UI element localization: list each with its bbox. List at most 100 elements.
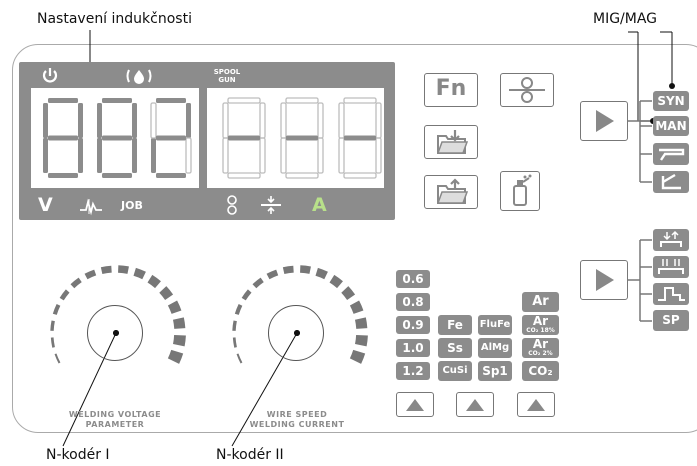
wire-speed-scale-mark-6 xyxy=(266,269,279,280)
triangle-up-icon-3 xyxy=(527,399,545,411)
gas-test-button[interactable] xyxy=(500,171,540,211)
wire-speed-scale-mark-13 xyxy=(354,317,368,329)
wire-diameter-indicator-0: 0.6 xyxy=(396,270,430,288)
spool-gun-label-2: GUN xyxy=(218,76,236,84)
wire-speed-scale-mark-11 xyxy=(341,286,356,301)
process-select-button[interactable] xyxy=(580,260,628,300)
voltage-scale-mark-3 xyxy=(52,304,61,315)
right-digit-2-seg-c xyxy=(375,137,382,174)
triangle-up-icon-2 xyxy=(466,399,484,411)
spool-gun-indicator: SPOOL GUN xyxy=(212,68,242,84)
right-digit-2-seg-b xyxy=(375,102,382,139)
four-stroke-icon xyxy=(658,259,684,274)
voltage-scale-mark-4 xyxy=(59,289,70,301)
wire-speed-knob-label-1: WIRE SPEED xyxy=(266,410,328,419)
spool-gun-label-1: SPOOL xyxy=(213,68,241,76)
left-digit-2-seg-f xyxy=(150,102,157,139)
voltage-scale-mark-6 xyxy=(84,269,97,280)
material-indicator-a-1: Ss xyxy=(438,338,472,358)
right-digit-1-seg-c xyxy=(317,137,324,174)
voltage-knob-label-2: PARAMETER xyxy=(85,420,145,429)
fn-button[interactable]: Fn xyxy=(424,73,478,107)
volt-indicator: V xyxy=(38,194,53,216)
left-seven-segment-display xyxy=(43,98,192,178)
right-digit-1-seg-g xyxy=(286,135,318,141)
material-indicator-b-2: Sp1 xyxy=(478,361,512,381)
job-load-button[interactable] xyxy=(424,175,478,209)
wire-speed-scale-mark-9 xyxy=(315,267,328,280)
wire-speed-scale-mark-15 xyxy=(349,349,366,364)
wire-speed-scale-mark-7 xyxy=(282,265,294,274)
left-digit-0-seg-a xyxy=(48,98,78,103)
play-arrow-icon-2 xyxy=(596,269,614,291)
right-digit-2-seg-e xyxy=(338,137,345,174)
gas-ar-co2-2-indicator: Ar CO₂ 2% xyxy=(522,338,559,358)
left-digit-1-seg-b xyxy=(132,103,137,138)
man-indicator: MAN xyxy=(653,116,689,136)
play-arrow-icon xyxy=(596,110,614,132)
right-digit-2-seg-g xyxy=(344,135,376,141)
left-digit-2-seg-g xyxy=(156,135,186,141)
wire-speed-scale-mark-3 xyxy=(234,304,243,315)
job-save-button[interactable] xyxy=(424,125,478,159)
right-digit-1-seg-d xyxy=(285,172,319,179)
wire-speed-knob-label: WIRE SPEED WELDING CURRENT xyxy=(222,410,372,430)
wire-diameter-indicator-1: 0.8 xyxy=(396,293,430,311)
voltage-scale-mark-14 xyxy=(172,334,186,347)
gas-ar-co2-18-indicator: Ar CO₂ 18% xyxy=(522,315,559,335)
gas-ar-co2-2-main: Ar xyxy=(532,337,549,351)
material-up-button[interactable] xyxy=(456,392,494,417)
wire-speed-scale-mark-5 xyxy=(252,277,264,289)
left-digit-1-seg-g xyxy=(102,135,132,141)
voltage-scale-mark-12 xyxy=(167,300,182,314)
job-indicator: JOB xyxy=(121,199,143,212)
four-stroke-indicator xyxy=(653,256,689,278)
mode-select-button[interactable] xyxy=(580,101,628,141)
amp-indicator: A xyxy=(312,194,327,216)
right-digit-1-seg-f xyxy=(280,102,287,139)
right-seven-segment-display xyxy=(222,97,382,179)
wire-speed-knob-label-2: WELDING CURRENT xyxy=(249,420,345,429)
wire-speed-scale-mark-12 xyxy=(349,300,364,314)
right-digit-0-seg-g xyxy=(228,135,260,141)
wire-diameter-indicator-2: 0.9 xyxy=(396,316,430,334)
right-digit-0-seg-c xyxy=(259,137,266,174)
left-digit-0-seg-e xyxy=(43,138,48,173)
gas-up-button[interactable] xyxy=(517,392,555,417)
wire-speed-encoder-knob[interactable] xyxy=(268,305,324,361)
right-digit-1-seg-b xyxy=(317,102,324,139)
right-digit-2-seg-a xyxy=(343,97,377,104)
left-digit-0-seg-d xyxy=(48,173,78,178)
left-digit-2-seg-e xyxy=(151,138,156,173)
left-digit-2-seg-b xyxy=(186,103,191,138)
right-digit-0-seg-b xyxy=(259,102,266,139)
voltage-encoder-knob[interactable] xyxy=(87,305,143,361)
mig-torch-icon xyxy=(659,148,685,161)
right-digit-1-seg-e xyxy=(280,137,287,174)
voltage-scale-mark-5 xyxy=(70,277,82,289)
voltage-scale-mark-10 xyxy=(147,274,161,289)
right-digit-0-seg-d xyxy=(227,172,261,179)
wire-up-button[interactable] xyxy=(396,392,434,417)
material-indicator-a-0: Fe xyxy=(438,315,472,335)
voltage-scale-mark-13 xyxy=(172,317,186,329)
voltage-scale-mark-8 xyxy=(117,265,129,274)
power-icon xyxy=(42,68,58,83)
sp-indicator: SP xyxy=(653,310,689,331)
folder-save-icon xyxy=(436,130,469,154)
wire-inch-button[interactable] xyxy=(500,73,554,107)
wire-inch-icon xyxy=(509,77,545,103)
right-digit-1-seg-a xyxy=(285,97,319,104)
mig-torch-indicator xyxy=(653,143,689,165)
left-digit-1-seg-f xyxy=(97,103,102,138)
gas-bottle-icon xyxy=(513,174,532,206)
mma-electrode-icon xyxy=(661,173,681,190)
wire-speed-scale-mark-14 xyxy=(354,334,368,347)
fn-label: Fn xyxy=(435,76,467,101)
gas-ar-co2-18-sub: CO₂ 18% xyxy=(526,327,555,334)
voltage-scale-mark-1 xyxy=(50,337,55,348)
left-digit-1-seg-e xyxy=(97,138,102,173)
wire-speed-scale-mark-10 xyxy=(329,274,343,289)
right-digit-0-seg-a xyxy=(227,97,261,104)
wire-feed-icon xyxy=(227,195,237,215)
